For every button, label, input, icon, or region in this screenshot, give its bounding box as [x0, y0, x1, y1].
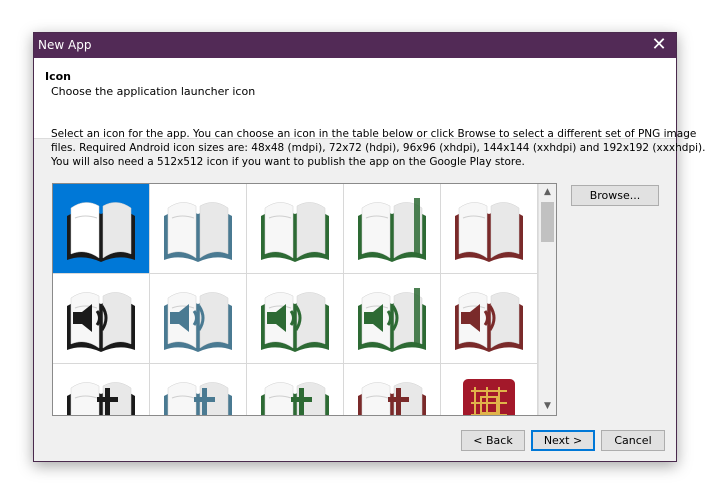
icon-option-book-speaker-green-ribbon[interactable] — [344, 274, 441, 364]
icon-option-book-cross-red[interactable] — [344, 364, 441, 415]
title-bar: New App ✕ — [34, 33, 676, 58]
new-app-dialog: New App ✕ Icon Choose the application la… — [33, 32, 706, 462]
book-cross-black-icon — [67, 382, 135, 415]
celtic-knot-icon — [463, 379, 515, 415]
book-green-ribbon-icon — [358, 198, 426, 262]
instructions-line-2: files. Required Android icon sizes are: … — [51, 142, 706, 154]
book-cross-blue-icon — [164, 382, 232, 415]
instructions-line-3: You will also need a 512x512 icon if you… — [51, 156, 525, 168]
book-speaker-green-ribbon-icon — [358, 288, 426, 352]
vertical-scrollbar[interactable]: ▲ ▼ — [538, 184, 556, 415]
instructions-line-1: Select an icon for the app. You can choo… — [51, 128, 697, 140]
book-speaker-red-icon — [455, 292, 523, 352]
close-icon[interactable]: ✕ — [648, 35, 670, 55]
icon-option-book-green-ribbon[interactable] — [344, 184, 441, 274]
icon-option-book-speaker-red[interactable] — [441, 274, 538, 364]
icon-option-celtic-knot[interactable] — [441, 364, 538, 415]
icon-option-book-cross-black[interactable] — [53, 364, 150, 415]
icon-grid — [53, 184, 540, 415]
book-cross-green-icon — [261, 382, 329, 415]
icon-option-book-blue[interactable] — [150, 184, 247, 274]
page-subtitle: Choose the application launcher icon — [51, 85, 256, 98]
icon-option-book-white[interactable] — [53, 184, 150, 274]
next-button[interactable]: Next > — [531, 430, 595, 451]
book-speaker-blue-icon — [164, 292, 232, 352]
browse-button[interactable]: Browse... — [571, 185, 659, 206]
book-blue-icon — [164, 202, 232, 262]
icon-option-book-cross-blue[interactable] — [150, 364, 247, 415]
icon-option-book-speaker-blue[interactable] — [150, 274, 247, 364]
back-button[interactable]: < Back — [461, 430, 525, 451]
book-white-icon — [67, 202, 135, 262]
instructions-text: Select an icon for the app. You can choo… — [51, 127, 706, 169]
book-speaker-black-icon — [67, 292, 135, 352]
icon-option-book-green[interactable] — [247, 184, 344, 274]
chevron-up-icon[interactable]: ▲ — [539, 184, 556, 201]
window-title: New App — [38, 38, 92, 52]
icon-table: ▲ ▼ — [52, 183, 557, 416]
scrollbar-thumb[interactable] — [541, 202, 554, 242]
cancel-button[interactable]: Cancel — [601, 430, 665, 451]
icon-option-book-speaker-green[interactable] — [247, 274, 344, 364]
chevron-down-icon[interactable]: ▼ — [539, 398, 556, 415]
book-cross-red-icon — [358, 382, 426, 415]
book-red-icon — [455, 202, 523, 262]
book-speaker-green-icon — [261, 292, 329, 352]
icon-option-book-speaker-black[interactable] — [53, 274, 150, 364]
icon-option-book-red[interactable] — [441, 184, 538, 274]
page-title: Icon — [45, 70, 72, 83]
icon-option-book-cross-green[interactable] — [247, 364, 344, 415]
book-green-icon — [261, 202, 329, 262]
